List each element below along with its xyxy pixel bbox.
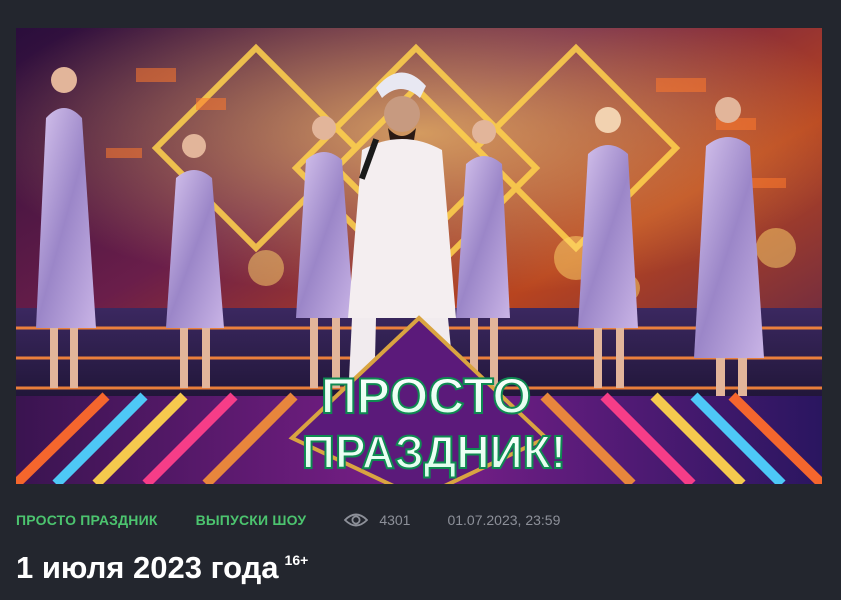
show-still-image: ПРОСТО ПРАЗДНИК!: [16, 28, 822, 484]
view-count: 4301: [379, 512, 411, 528]
video-player-thumbnail[interactable]: ПРОСТО ПРАЗДНИК!: [16, 28, 822, 484]
episode-title-row: 1 июля 2023 года 16+: [16, 548, 308, 588]
episode-title: 1 июля 2023 года: [16, 550, 279, 585]
page: ПРОСТО ПРАЗДНИК! ПРОСТО ПРАЗДНИК ВЫПУСКИ…: [0, 0, 841, 600]
show-logo-line1: ПРОСТО: [321, 368, 532, 424]
program-link[interactable]: ПРОСТО ПРАЗДНИК: [16, 512, 158, 528]
publish-date: 01.07.2023, 23:59: [447, 512, 561, 528]
category-link[interactable]: ВЫПУСКИ ШОУ: [196, 512, 307, 528]
eye-icon: [344, 512, 369, 528]
age-rating-badge: 16+: [284, 552, 309, 568]
show-logo-line2: ПРАЗДНИК!: [302, 426, 566, 478]
episode-meta-row: ПРОСТО ПРАЗДНИК ВЫПУСКИ ШОУ 4301 01.07.2…: [16, 508, 560, 532]
